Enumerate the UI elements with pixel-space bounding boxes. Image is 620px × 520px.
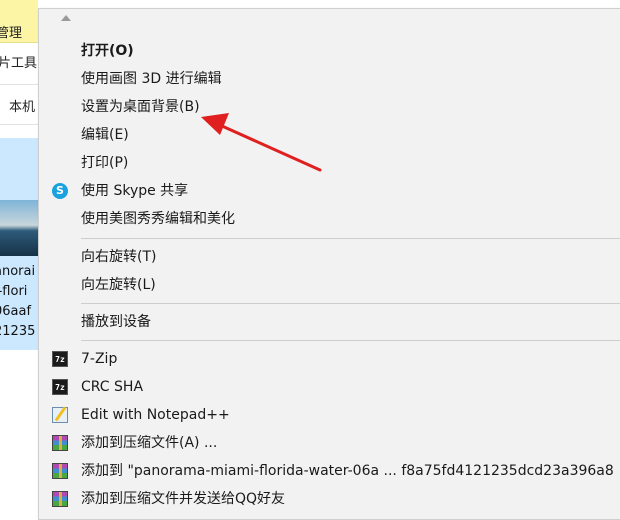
context-menu: 打开(O) 使用画图 3D 进行编辑 设置为桌面背景(B) 编辑(E) 打印(P… [38,8,620,520]
menu-item-label: 添加到压缩文件(A) ... [81,435,218,451]
menu-item-label: 向左旋转(L) [81,277,156,293]
file-name-line: 06aaf [0,304,32,319]
menu-item-rotate-right[interactable]: 向右旋转(T) [39,243,620,271]
menu-item-cast-to-device[interactable]: 播放到设备 [39,308,620,336]
file-thumbnail[interactable] [0,200,38,256]
file-name-line: i-flori [0,284,28,299]
7zip-icon: 7z [52,379,68,395]
winrar-icon [52,435,68,451]
file-name-line: 21235 [0,324,36,339]
winrar-icon [52,491,68,507]
menu-separator [81,238,620,239]
menu-item-label: CRC SHA [81,379,144,395]
menu-item-meitu-edit[interactable]: 使用美图秀秀编辑和美化 [39,205,620,233]
notepad-plus-icon [52,407,68,423]
menu-item-label: 打开(O) [81,43,134,59]
picture-tools-label: 片工具 [0,56,38,71]
address-divider [0,124,38,125]
menu-separator [81,340,620,341]
7zip-icon: 7z [52,351,68,367]
menu-item-label: 添加到压缩文件并发送给QQ好友 [81,491,286,507]
menu-item-label: 播放到设备 [81,314,151,330]
menu-item-label: 使用 Skype 共享 [81,183,189,199]
ribbon-tab-manage[interactable]: 管理 [0,0,38,43]
menu-item-edit-paint3d[interactable]: 使用画图 3D 进行编辑 [39,65,620,93]
menu-item-label: 向右旋转(T) [81,249,157,265]
menu-item-open[interactable]: 打开(O) [39,37,620,65]
menu-item-share-skype[interactable]: S 使用 Skype 共享 [39,177,620,205]
file-name-line: anorai [0,264,36,279]
menu-item-label: 使用画图 3D 进行编辑 [81,71,222,87]
menu-separator [81,303,620,304]
menu-item-set-desktop-background[interactable]: 设置为桌面背景(B) [39,93,620,121]
menu-item-print[interactable]: 打印(P) [39,149,620,177]
ribbon-divider [0,84,38,85]
menu-item-add-to-named-archive[interactable]: 添加到 "panorama-miami-florida-water-06a ..… [39,457,620,485]
menu-item-label: Edit with Notepad++ [81,407,230,423]
scroll-up-icon[interactable] [61,15,71,21]
menu-item-7zip[interactable]: 7z 7-Zip [39,345,620,373]
menu-item-add-to-archive[interactable]: 添加到压缩文件(A) ... [39,429,620,457]
menu-item-label: 设置为桌面背景(B) [81,99,200,115]
menu-item-label: 打印(P) [81,155,129,171]
menu-item-label: 7-Zip [81,351,118,367]
ribbon-tab-label: 管理 [0,26,23,41]
menu-item-edit-notepadpp[interactable]: Edit with Notepad++ [39,401,620,429]
menu-item-label: 编辑(E) [81,127,129,143]
menu-item-edit[interactable]: 编辑(E) [39,121,620,149]
menu-item-label: 添加到 "panorama-miami-florida-water-06a ..… [81,463,614,479]
menu-item-label: 使用美图秀秀编辑和美化 [81,211,235,227]
explorer-window: 管理 片工具 本机 anorai i-flori 06aaf 21235 [0,0,38,500]
menu-item-crc-sha[interactable]: 7z CRC SHA [39,373,620,401]
this-pc-breadcrumb[interactable]: 本机 [9,96,35,115]
skype-icon: S [52,183,68,199]
winrar-icon [52,463,68,479]
menu-item-rotate-left[interactable]: 向左旋转(L) [39,271,620,299]
menu-item-archive-send-qq[interactable]: 添加到压缩文件并发送给QQ好友 [39,485,620,513]
